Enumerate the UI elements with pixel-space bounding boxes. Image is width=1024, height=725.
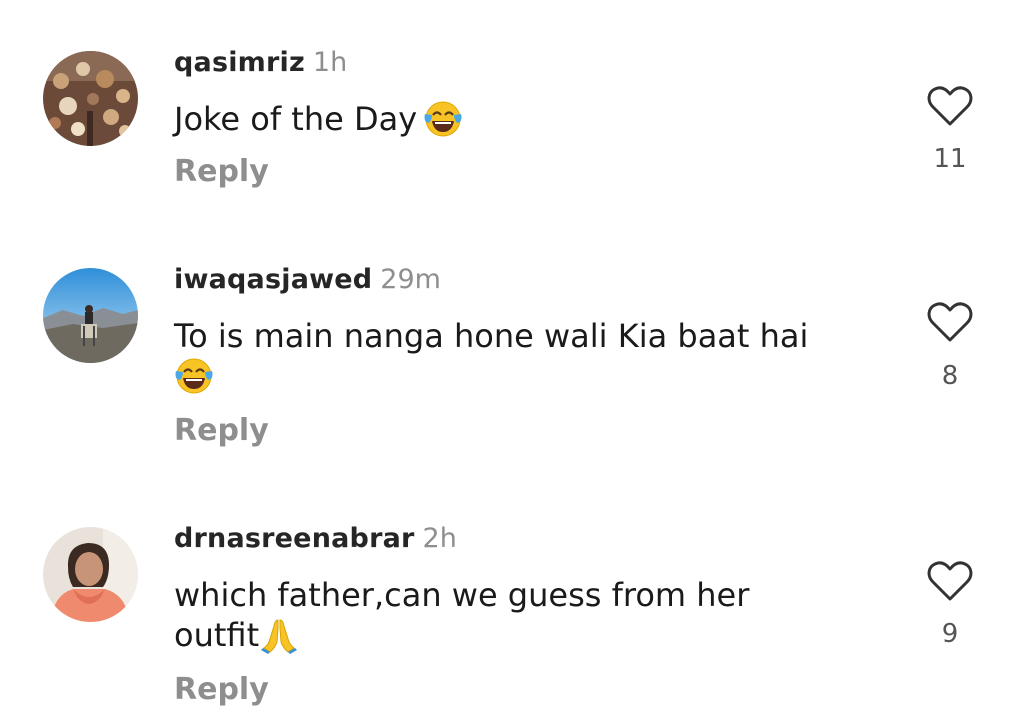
comment-text: which father,can we guess from her outfi… [174, 575, 814, 663]
comment-header: drnasreenabrar 2h [174, 523, 457, 555]
comments-list: qasimriz 1h Joke of the Day Reply 11 iwa… [0, 0, 1024, 725]
timestamp: 2h [422, 523, 457, 554]
like-count: 9 [941, 619, 959, 649]
username[interactable]: drnasreenabrar [174, 523, 415, 554]
comment-item: drnasreenabrar 2h which father,can we gue… [0, 0, 1024, 725]
folded-hands-icon [261, 616, 298, 663]
avatar[interactable] [43, 527, 138, 622]
reply-button[interactable]: Reply [174, 672, 269, 708]
heart-outline-icon[interactable] [927, 561, 973, 603]
avatar-image [43, 527, 138, 622]
